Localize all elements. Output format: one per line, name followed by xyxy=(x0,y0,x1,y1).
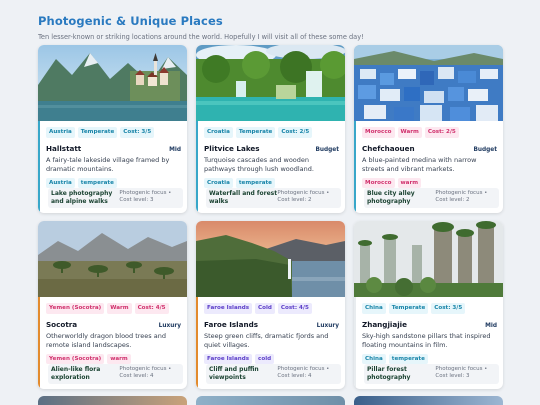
focus-footer: Cliff and puffin viewpoints Photogenic f… xyxy=(206,364,341,384)
budget-label: Mid xyxy=(169,147,181,153)
region-tag: China xyxy=(362,303,386,314)
region-chip: China xyxy=(362,354,386,364)
place-card-socotra[interactable]: Yemen (Socotra) Warm Cost: 4/5 Socotra L… xyxy=(38,221,187,389)
region-tag: Faroe Islands xyxy=(204,303,253,314)
budget-label: Mid xyxy=(485,323,497,329)
focus-meta: Photogenic focus • Cost level: 4 xyxy=(119,366,180,382)
place-card-zhangjiajie[interactable]: China Temperate Cost: 3/5 Zhangjiajie Mi… xyxy=(354,221,503,389)
focus-footer: Lake photography and alpine walks Photog… xyxy=(48,188,183,208)
climate-tag: Warm xyxy=(397,127,422,138)
climate-chip: warm xyxy=(107,354,131,364)
budget-label: Budget xyxy=(473,147,497,153)
place-name: Hallstatt xyxy=(46,144,82,153)
page-title: Photogenic & Unique Places xyxy=(38,14,223,28)
region-chip: Croatia xyxy=(204,178,233,188)
cost-level: Cost level: 2 xyxy=(277,197,312,203)
climate-chip: temperate xyxy=(77,178,117,188)
focus-meta: Photogenic focus • Cost level: 2 xyxy=(435,190,496,206)
region-tag: Austria xyxy=(46,127,75,138)
climate-chip: warm xyxy=(397,178,422,188)
hallstatt-photo xyxy=(38,45,187,121)
region-tag: Yemen (Socotra) xyxy=(46,303,105,314)
focus-footer: Waterfall and forest walks Photogenic fo… xyxy=(206,188,341,208)
faroe-photo xyxy=(196,221,345,297)
cost-tag: Cost: 4/5 xyxy=(277,303,312,314)
photo-focus: Lake photography and alpine walks xyxy=(51,190,113,205)
climate-chip: temperate xyxy=(388,354,428,364)
place-description: Sky-high sandstone pillars that inspired… xyxy=(362,332,491,349)
cost-tag: Cost: 2/5 xyxy=(424,127,459,138)
focus-footer: Pillar forest photography Photogenic foc… xyxy=(364,364,499,384)
place-card-chefchaouen[interactable]: Morocco Warm Cost: 2/5 Chefchaouen Budge… xyxy=(354,45,503,213)
region-tag: Croatia xyxy=(204,127,233,138)
focus-label: Photogenic focus • xyxy=(277,366,330,372)
place-name: Faroe Islands xyxy=(204,320,259,329)
next-card-peek[interactable] xyxy=(354,396,503,405)
region-chip: Yemen (Socotra) xyxy=(46,354,105,364)
place-card-faroe[interactable]: Faroe Islands Cold Cost: 4/5 Faroe Islan… xyxy=(196,221,345,389)
next-card-peek[interactable] xyxy=(38,396,187,405)
chefchaouen-photo xyxy=(354,45,503,121)
page-header: Photogenic & Unique Places Ten lesser-kn… xyxy=(38,14,508,41)
place-name: Chefchaouen xyxy=(362,144,415,153)
focus-meta: Photogenic focus • Cost level: 4 xyxy=(277,366,338,382)
next-card-peek[interactable] xyxy=(196,396,345,405)
budget-label: Budget xyxy=(315,147,339,153)
place-name: Socotra xyxy=(46,320,78,329)
focus-meta: Photogenic focus • Cost level: 3 xyxy=(435,366,496,382)
focus-footer: Alien-like flora exploration Photogenic … xyxy=(48,364,183,384)
cost-tag: Cost: 2/5 xyxy=(278,127,313,138)
focus-label: Photogenic focus • xyxy=(119,190,172,196)
place-name: Zhangjiajie xyxy=(362,320,408,329)
socotra-photo xyxy=(38,221,187,297)
climate-tag: Temperate xyxy=(77,127,118,138)
plitvice-photo xyxy=(196,45,345,121)
place-description: Turquoise cascades and wooden pathways t… xyxy=(204,156,314,173)
cost-tag: Cost: 4/5 xyxy=(134,303,169,314)
budget-label: Luxury xyxy=(316,323,339,329)
focus-label: Photogenic focus • xyxy=(119,366,172,372)
climate-chip: cold xyxy=(255,354,275,364)
region-tag: Morocco xyxy=(362,127,395,138)
place-description: Otherworldly dragon blood trees and remo… xyxy=(46,332,166,349)
photo-focus: Cliff and puffin viewpoints xyxy=(209,366,259,381)
climate-tag: Cold xyxy=(255,303,275,314)
place-description: A blue-painted medina with narrow street… xyxy=(362,156,477,173)
cost-tag: Cost: 3/5 xyxy=(431,303,466,314)
cost-level: Cost level: 4 xyxy=(119,373,154,379)
region-chip: Faroe Islands xyxy=(204,354,253,364)
cost-level: Cost level: 3 xyxy=(119,197,154,203)
zhangjiajie-photo xyxy=(354,221,503,297)
focus-label: Photogenic focus • xyxy=(277,190,330,196)
place-description: A fairy-tale lakeside village framed by … xyxy=(46,156,170,173)
place-card-plitvice[interactable]: Croatia Temperate Cost: 2/5 Plitvice Lak… xyxy=(196,45,345,213)
place-name: Plitvice Lakes xyxy=(204,144,260,153)
cost-level: Cost level: 4 xyxy=(277,373,312,379)
region-chip: Austria xyxy=(46,178,75,188)
focus-label: Photogenic focus • xyxy=(435,366,488,372)
focus-label: Photogenic focus • xyxy=(435,190,488,196)
climate-tag: Temperate xyxy=(388,303,429,314)
climate-tag: Warm xyxy=(107,303,132,314)
photo-focus: Pillar forest photography xyxy=(367,366,411,381)
focus-meta: Photogenic focus • Cost level: 3 xyxy=(119,190,180,206)
region-chip: Morocco xyxy=(362,178,395,188)
climate-tag: Temperate xyxy=(235,127,276,138)
photo-focus: Blue city alley photography xyxy=(367,190,415,205)
place-description: Steep green cliffs, dramatic fjords and … xyxy=(204,332,329,349)
budget-label: Luxury xyxy=(158,323,181,329)
climate-chip: temperate xyxy=(235,178,275,188)
cost-tag: Cost: 3/5 xyxy=(120,127,155,138)
place-card-hallstatt[interactable]: Austria Temperate Cost: 3/5 Hallstatt Mi… xyxy=(38,45,187,213)
focus-footer: Blue city alley photography Photogenic f… xyxy=(364,188,499,208)
photo-focus: Waterfall and forest walks xyxy=(209,190,278,205)
cost-level: Cost level: 2 xyxy=(435,197,470,203)
photo-focus: Alien-like flora exploration xyxy=(51,366,101,381)
page-subtitle: Ten lesser-known or striking locations a… xyxy=(38,33,364,41)
focus-meta: Photogenic focus • Cost level: 2 xyxy=(277,190,338,206)
cost-level: Cost level: 3 xyxy=(435,373,470,379)
